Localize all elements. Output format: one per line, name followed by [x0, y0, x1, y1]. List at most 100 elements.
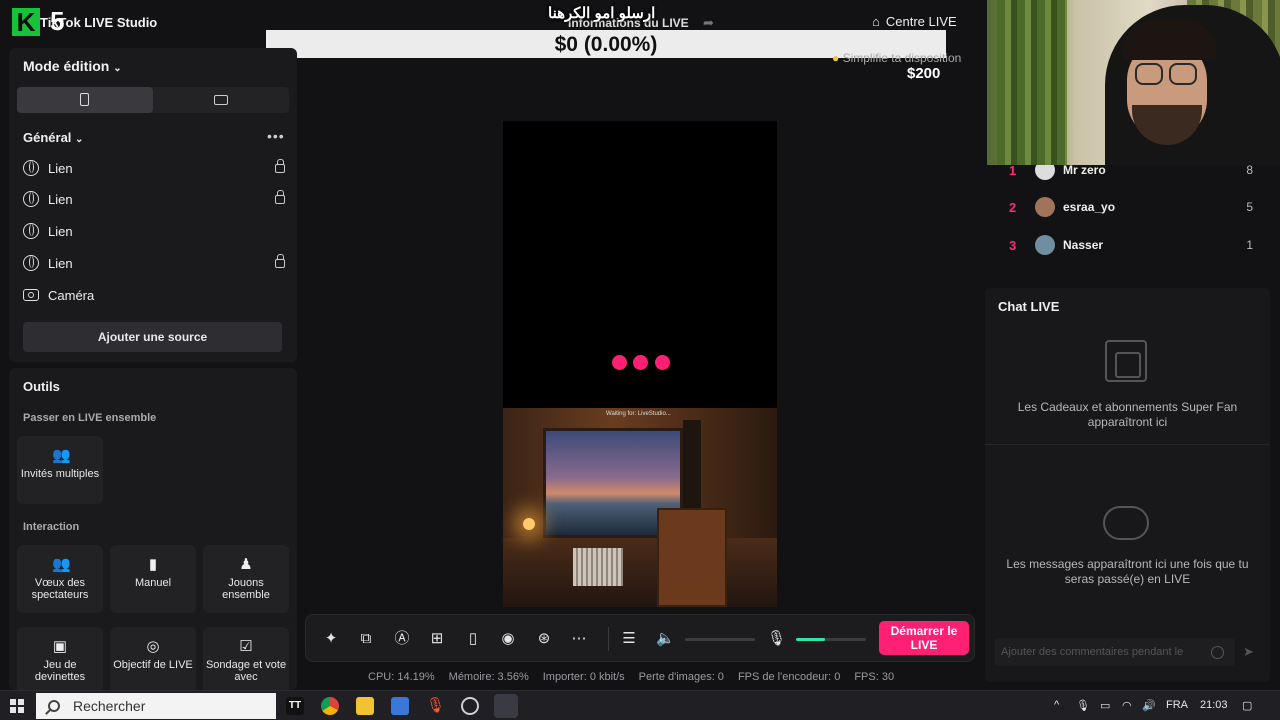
- tile-label: Jouons ensemble: [222, 577, 270, 601]
- general-scene-dropdown[interactable]: Général ⌄: [23, 130, 83, 145]
- ai-icon[interactable]: Ⓐ: [393, 630, 411, 648]
- settings-sliders-icon[interactable]: ☰: [620, 630, 638, 648]
- mic-slider[interactable]: [796, 638, 866, 641]
- effects-icon[interactable]: ⊛: [535, 630, 553, 648]
- centre-live-button[interactable]: ⌂ Centre LIVE: [872, 14, 957, 29]
- general-label: Général: [23, 130, 72, 145]
- loading-dot: [612, 355, 627, 370]
- encoder-fps-stat: FPS de l'encodeur: 0: [737, 671, 841, 683]
- avatar: [1035, 235, 1055, 255]
- search-icon: [48, 700, 60, 712]
- tiktok-studio-taskbar-icon[interactable]: [494, 694, 518, 718]
- volume-icon[interactable]: 🔊: [1142, 699, 1156, 712]
- manual-tile[interactable]: ▮ Manuel: [110, 545, 196, 613]
- camera-icon: [23, 289, 39, 301]
- simplify-label: Simplifie ta disposition: [842, 51, 962, 65]
- screen-capture-icon[interactable]: ⊞: [428, 630, 446, 648]
- source-item[interactable]: Lien: [23, 253, 285, 273]
- go-live-button[interactable]: Démarrer le LIVE: [879, 621, 969, 655]
- magic-wand-icon[interactable]: ✦: [322, 630, 340, 648]
- overlay-arabic-text: ارسلو امو الكرهنا: [548, 5, 656, 22]
- send-icon[interactable]: ➤: [1243, 644, 1254, 660]
- globe-icon: [23, 191, 39, 207]
- clock[interactable]: 21:03: [1200, 699, 1228, 711]
- recorder-icon[interactable]: 🎙: [426, 697, 445, 715]
- portrait-icon: [80, 93, 89, 106]
- ranking-row[interactable]: 1 Mr zero 8: [987, 165, 1267, 181]
- more-icon[interactable]: ⋯: [570, 630, 588, 648]
- ranking-row[interactable]: 2 esraa_yo 5: [987, 196, 1267, 218]
- taskbar-search[interactable]: Rechercher: [36, 693, 276, 719]
- obs-icon[interactable]: [461, 697, 479, 715]
- store-icon[interactable]: [391, 697, 409, 715]
- tile-label: Manuel: [134, 577, 172, 589]
- tile-label: Jeu de devinettes: [34, 659, 86, 683]
- lock-icon[interactable]: [275, 158, 285, 173]
- source-item[interactable]: Lien: [23, 189, 285, 209]
- lock-icon[interactable]: [275, 253, 285, 268]
- tile-label: Objectif de LIVE: [113, 659, 193, 671]
- windows-start-icon[interactable]: [10, 699, 24, 713]
- multi-guests-tile[interactable]: 👥 Invités multiples: [17, 436, 103, 504]
- live-together-heading: Passer en LIVE ensemble: [23, 412, 157, 424]
- chevron-up-icon[interactable]: ^: [1054, 699, 1059, 711]
- more-options-icon[interactable]: •••: [267, 128, 285, 144]
- edit-mode-dropdown[interactable]: Mode édition ⌄: [23, 58, 122, 74]
- orientation-toggle: [17, 87, 289, 113]
- play-together-tile[interactable]: ♟ Jouons ensemble: [203, 545, 289, 613]
- file-explorer-icon[interactable]: [356, 697, 374, 715]
- share-icon[interactable]: ➦: [703, 15, 714, 31]
- webcam-overlay: [987, 0, 1280, 165]
- source-item[interactable]: Lien: [23, 221, 285, 241]
- guess-icon: ▣: [52, 638, 68, 655]
- ranking-row[interactable]: 3 Nasser 1: [987, 234, 1267, 256]
- notification-icon[interactable]: ▢: [1242, 699, 1252, 712]
- lock-icon[interactable]: [275, 189, 285, 204]
- fps-stat: FPS: 30: [854, 671, 895, 683]
- rank-number: 2: [1009, 199, 1017, 215]
- speaker-icon[interactable]: 🔈: [656, 630, 675, 648]
- language-indicator[interactable]: FRA: [1166, 699, 1188, 711]
- loading-dot: [633, 355, 648, 370]
- scene-caption: Waiting for: LiveStudio...: [606, 411, 671, 417]
- frame-loss-stat: Perte d'images: 0: [638, 671, 724, 683]
- messages-placeholder-text: Les messages apparaîtront ici une fois q…: [1006, 557, 1249, 586]
- sources-panel: Mode édition ⌄ Général ⌄ ••• Lien Lien L…: [9, 48, 297, 362]
- poll-icon: ☑: [239, 638, 253, 655]
- tile-label: Sondage et vote avec: [205, 659, 287, 683]
- preview-scene-image: Waiting for: LiveStudio...: [503, 408, 777, 607]
- battery-icon[interactable]: ▭: [1100, 699, 1110, 712]
- lightbulb-icon: ●: [832, 51, 840, 65]
- live-goal-tile[interactable]: ◎ Objectif de LIVE: [110, 627, 196, 690]
- source-label: Caméra: [48, 287, 95, 303]
- users-icon: 👥: [52, 556, 71, 573]
- globe-icon: [23, 223, 39, 239]
- microphone-tray-icon[interactable]: 🎙: [1076, 699, 1090, 712]
- tools-panel: Outils Passer en LIVE ensemble 👥 Invités…: [9, 368, 297, 690]
- record-icon[interactable]: ◉: [499, 630, 517, 648]
- tiktok-desktop-icon[interactable]: TT: [286, 697, 304, 715]
- volume-slider[interactable]: [685, 638, 755, 641]
- comment-input[interactable]: Ajouter des commentaires pendant le: [995, 638, 1235, 666]
- stream-toolbar: ✦ ⧉ Ⓐ ⊞ ▯ ◉ ⊛ ⋯ ☰ 🔈 🎙 Démarrer le LIVE: [305, 614, 975, 662]
- add-source-button[interactable]: Ajouter une source: [23, 322, 282, 352]
- wifi-icon[interactable]: ◠: [1122, 699, 1132, 712]
- source-item[interactable]: Caméra: [23, 285, 285, 305]
- phone-icon[interactable]: ▯: [464, 630, 482, 648]
- poll-tile[interactable]: ☑ Sondage et vote avec: [203, 627, 289, 690]
- simplify-layout-hint[interactable]: ● Simplifie ta disposition: [832, 51, 961, 65]
- emoji-icon[interactable]: [1211, 646, 1224, 659]
- gift-count: 5: [1246, 200, 1253, 214]
- live-chat-panel: Chat LIVE Les Cadeaux et abonnements Sup…: [985, 288, 1270, 682]
- avatar: [1035, 197, 1055, 217]
- layout-icon[interactable]: ⧉: [357, 630, 375, 648]
- viewer-wishes-tile[interactable]: 👥 Vœux des spectateurs: [17, 545, 103, 613]
- guessing-game-tile[interactable]: ▣ Jeu de devinettes: [17, 627, 103, 690]
- source-item[interactable]: Lien: [23, 158, 285, 178]
- microphone-icon[interactable]: 🎙: [767, 630, 786, 648]
- chrome-icon[interactable]: [321, 697, 339, 715]
- source-label: Lien: [48, 191, 73, 207]
- landscape-icon[interactable]: [214, 95, 228, 105]
- tile-label: Vœux des spectateurs: [31, 577, 89, 601]
- toolbar-divider: [608, 627, 609, 651]
